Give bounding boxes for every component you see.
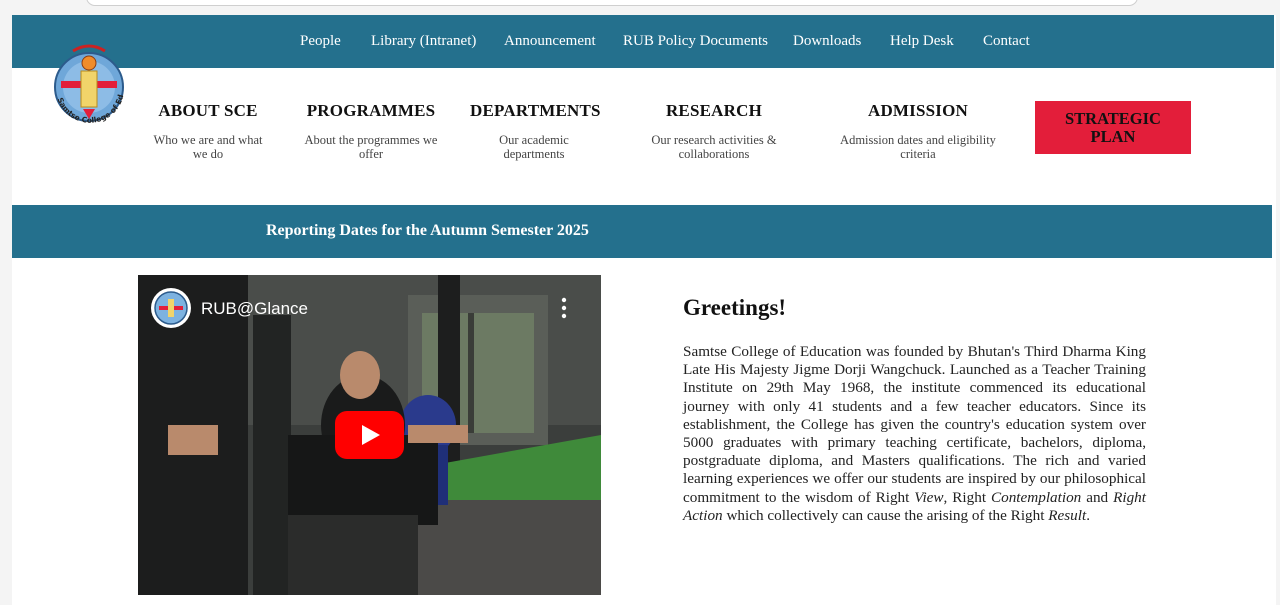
menu-departments-subtitle: Our academic departments (499, 133, 569, 161)
top-nav: People Library (Intranet) Announcement R… (12, 15, 1274, 68)
top-nav-help-desk[interactable]: Help Desk (890, 33, 954, 50)
top-nav-rub-policy[interactable]: RUB Policy Documents (623, 33, 768, 50)
page: People Library (Intranet) Announcement R… (12, 15, 1276, 605)
announcement-banner: Reporting Dates for the Autumn Semester … (12, 205, 1272, 258)
menu-research[interactable]: RESEARCH Our research activities & colla… (644, 101, 784, 161)
greetings-result: Result (1048, 506, 1087, 524)
menu-about[interactable]: ABOUT SCE Who we are and what we do (148, 101, 268, 161)
college-logo[interactable]: Samtse College of Education (40, 34, 135, 133)
greetings-body: Samtse College of Education was founded … (683, 343, 1146, 525)
browser-chrome (0, 0, 1280, 14)
greetings-text-5: . (1086, 506, 1091, 524)
strategic-plan-label: STRATEGIC PLAN (1065, 108, 1161, 146)
menu-research-subtitle: Our research activities & collaborations (651, 133, 777, 161)
menu-about-subtitle: Who we are and what we do (153, 133, 263, 161)
menu-admission-title: ADMISSION (867, 101, 969, 120)
greetings-text-2: , Right (943, 488, 991, 506)
greetings-view: View (914, 488, 944, 506)
greetings-text-4: which collectively can cause the arising… (722, 506, 1049, 524)
greetings-title: Greetings! (683, 295, 787, 320)
menu-programmes-subtitle: About the programmes we offer (304, 133, 438, 161)
video-embed[interactable]: RUB@Glance (138, 275, 601, 595)
address-bar[interactable] (86, 0, 1138, 6)
greetings-text-1: Samtse College of Education was founded … (683, 343, 1146, 506)
top-nav-library[interactable]: Library (Intranet) (371, 33, 476, 50)
top-nav-contact[interactable]: Contact (983, 33, 1030, 50)
menu-admission-subtitle: Admission dates and eligibility criteria (840, 133, 996, 161)
greetings-contemplation: Contemplation (990, 488, 1082, 506)
menu-admission[interactable]: ADMISSION Admission dates and eligibilit… (838, 101, 998, 161)
menu-programmes[interactable]: PROGRAMMES About the programmes we offer (301, 101, 441, 161)
strategic-plan-button[interactable]: STRATEGIC PLAN (1035, 101, 1191, 154)
menu-departments-title: DEPARTMENTS (470, 101, 601, 120)
menu-about-title: ABOUT SCE (158, 101, 258, 120)
play-icon[interactable] (335, 411, 404, 459)
menu-departments[interactable]: DEPARTMENTS Our academic departments (470, 101, 601, 161)
top-nav-announcement[interactable]: Announcement (504, 33, 596, 50)
more-vert-icon[interactable] (556, 295, 572, 321)
video-title[interactable]: RUB@Glance (201, 299, 308, 319)
greetings-text-3: and (1081, 488, 1114, 506)
banner-link[interactable]: Reporting Dates for the Autumn Semester … (266, 222, 589, 240)
menu-programmes-title: PROGRAMMES (306, 101, 436, 120)
channel-avatar-icon[interactable] (151, 288, 191, 328)
top-nav-downloads[interactable]: Downloads (793, 33, 861, 50)
menu-research-title: RESEARCH (665, 101, 763, 120)
top-nav-people[interactable]: People (300, 33, 341, 50)
